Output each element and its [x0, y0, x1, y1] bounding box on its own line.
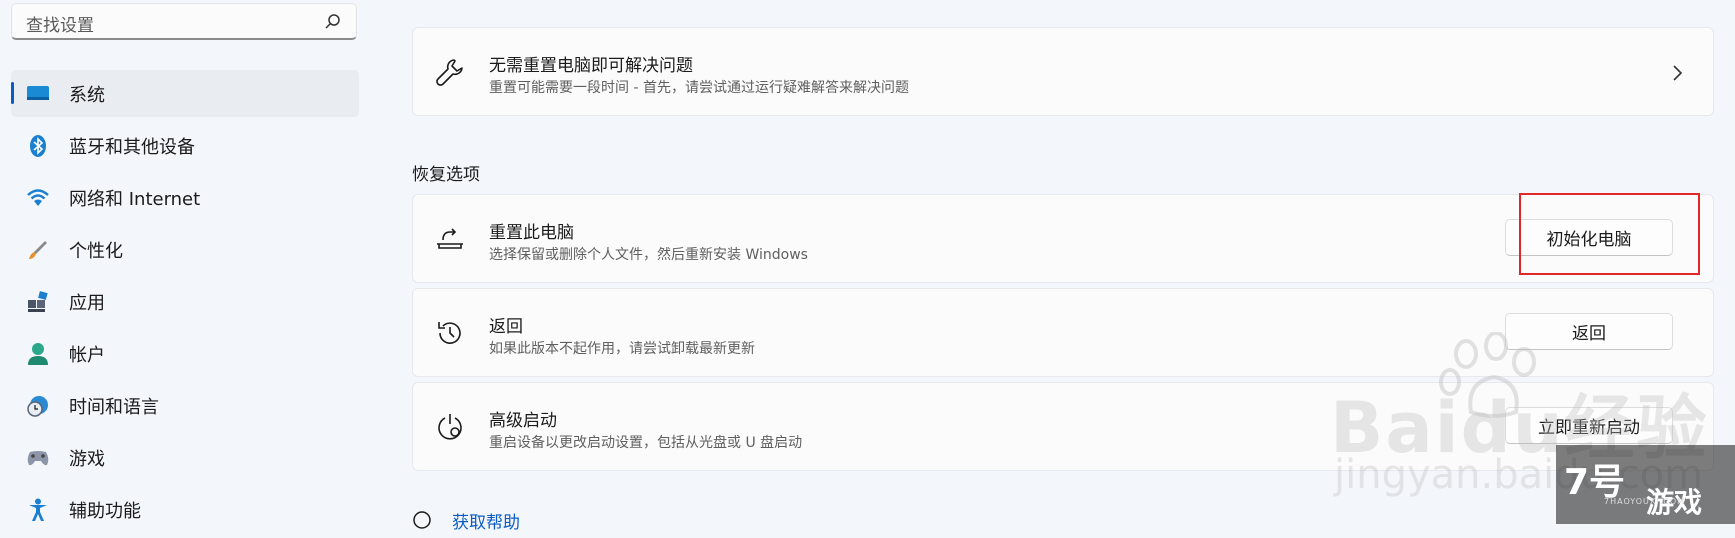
- accessibility-icon: [25, 497, 51, 523]
- sidebar-item-label: 时间和语言: [69, 396, 159, 418]
- search-icon: [325, 14, 340, 29]
- sidebar-item-label: 系统: [69, 84, 105, 106]
- go-back-subtitle: 如果此版本不起作用，请尝试卸载最新更新: [489, 341, 755, 357]
- advanced-startup-subtitle: 重启设备以更改启动设置，包括从光盘或 U 盘启动: [489, 435, 803, 451]
- advanced-startup-icon: [438, 414, 462, 440]
- highlight-box: [1519, 193, 1700, 275]
- sidebar-item-label: 游戏: [69, 448, 105, 470]
- gamepad-icon: [25, 445, 51, 471]
- brush-icon: [25, 237, 51, 263]
- sidebar-item-personalization[interactable]: 个性化: [11, 226, 359, 273]
- reset-pc-title: 重置此电脑: [489, 223, 574, 243]
- section-title-recovery: 恢复选项: [412, 165, 480, 185]
- help-icon: [413, 511, 431, 529]
- wifi-icon: [25, 185, 51, 211]
- sidebar-item-label: 帐户: [69, 344, 105, 366]
- person-icon: [25, 341, 51, 367]
- go-back-card: 返回 如果此版本不起作用，请尝试卸载最新更新 返回: [412, 288, 1714, 377]
- apps-icon: [25, 289, 51, 315]
- sidebar-item-bluetooth[interactable]: 蓝牙和其他设备: [11, 122, 359, 169]
- logo-text-small: 7HAOYOUXI.COM: [1604, 497, 1686, 506]
- chevron-right-icon: [1673, 65, 1683, 81]
- sidebar-item-gaming[interactable]: 游戏: [11, 434, 359, 481]
- reset-pc-icon: [437, 228, 463, 249]
- sidebar-item-label: 辅助功能: [69, 500, 141, 522]
- sidebar-item-label: 个性化: [69, 240, 123, 262]
- go-back-button[interactable]: 返回: [1505, 313, 1673, 350]
- troubleshoot-title: 无需重置电脑即可解决问题: [489, 56, 693, 76]
- sidebar-item-accessibility[interactable]: 辅助功能: [11, 486, 359, 533]
- get-help-link[interactable]: 获取帮助: [452, 508, 520, 533]
- sidebar-item-time-language[interactable]: 时间和语言: [11, 382, 359, 429]
- restart-now-button[interactable]: 立即重新启动: [1505, 407, 1673, 444]
- advanced-startup-title: 高级启动: [489, 411, 557, 431]
- history-icon: [438, 322, 461, 344]
- sidebar-item-label: 网络和 Internet: [69, 188, 201, 210]
- sidebar-nav: 系统 蓝牙和其他设备 网络和 Internet 个性化 应用 帐户 时间和语言 …: [11, 70, 359, 538]
- troubleshoot-card[interactable]: 无需重置电脑即可解决问题 重置可能需要一段时间 - 首先，请尝试通过运行疑难解答…: [412, 27, 1714, 116]
- sidebar-item-system[interactable]: 系统: [11, 70, 359, 117]
- sidebar-item-network[interactable]: 网络和 Internet: [11, 174, 359, 221]
- bluetooth-icon: [25, 133, 51, 159]
- sidebar-item-accounts[interactable]: 帐户: [11, 330, 359, 377]
- reset-pc-subtitle: 选择保留或删除个人文件，然后重新安装 Windows: [489, 247, 808, 263]
- sidebar-item-label: 应用: [69, 292, 105, 314]
- search-input[interactable]: 查找设置: [26, 11, 94, 36]
- sidebar-item-apps[interactable]: 应用: [11, 278, 359, 325]
- clock-globe-icon: [25, 393, 51, 419]
- wrench-icon: [436, 59, 463, 86]
- sidebar-item-label: 蓝牙和其他设备: [69, 136, 195, 158]
- troubleshoot-subtitle: 重置可能需要一段时间 - 首先，请尝试通过运行疑难解答来解决问题: [489, 80, 909, 96]
- site-logo: 7号 游戏 7HAOYOUXI.COM: [1556, 445, 1735, 524]
- monitor-icon: [25, 81, 51, 107]
- search-box[interactable]: 查找设置: [11, 3, 357, 40]
- advanced-startup-card: 高级启动 重启设备以更改启动设置，包括从光盘或 U 盘启动 立即重新启动: [412, 382, 1714, 471]
- go-back-title: 返回: [489, 317, 523, 337]
